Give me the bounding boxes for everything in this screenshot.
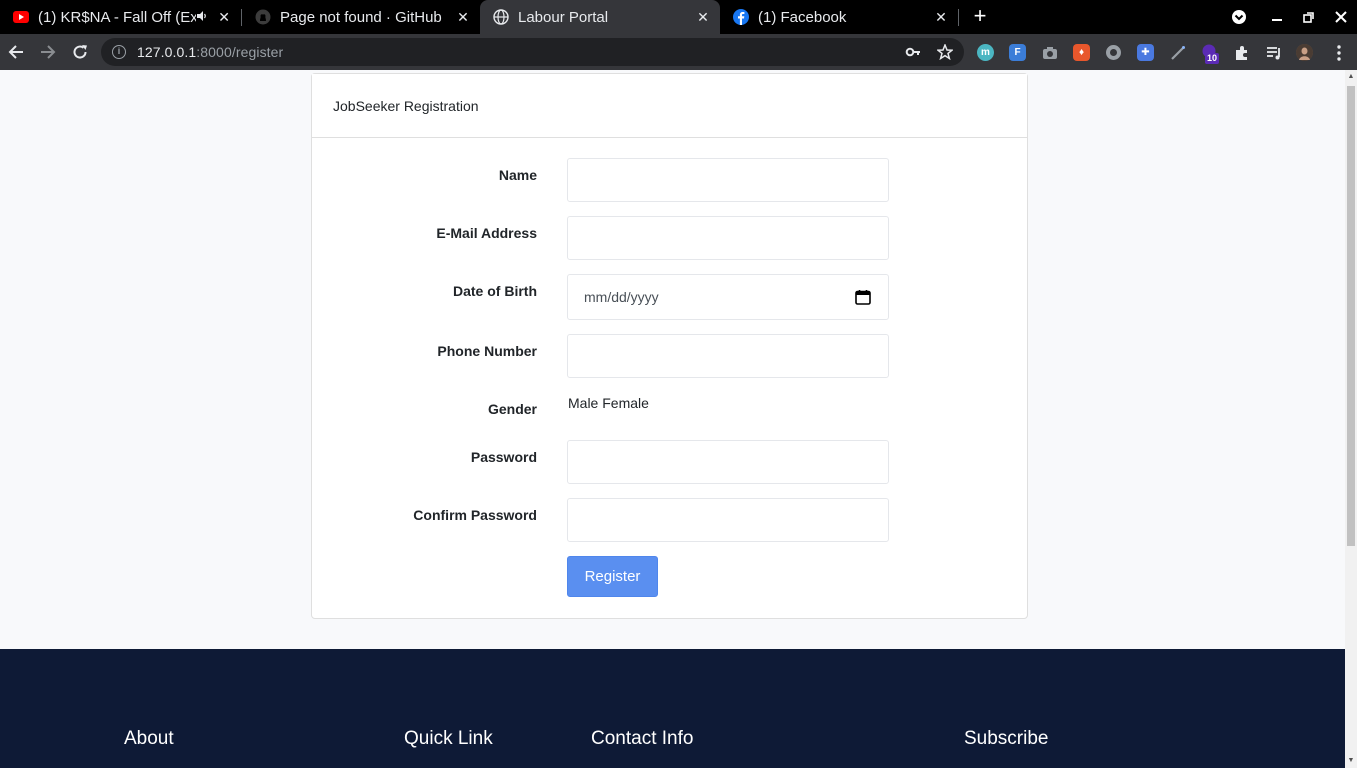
footer-heading-quick-link: Quick Link — [404, 728, 493, 749]
registration-card: JobSeeker Registration Name E-Mail Addre… — [311, 73, 1028, 619]
url-path: :8000/register — [196, 44, 284, 60]
close-tab-icon[interactable]: ✕ — [216, 9, 232, 25]
page-viewport: JobSeeker Registration Name E-Mail Addre… — [0, 70, 1345, 768]
dob-label: Date of Birth — [453, 283, 537, 299]
phone-input[interactable] — [567, 334, 889, 378]
tab-search-icon[interactable] — [1223, 0, 1255, 34]
speaker-icon[interactable] — [196, 10, 208, 25]
media-queue-icon[interactable] — [1265, 44, 1282, 61]
gender-label: Gender — [487, 401, 537, 417]
email-input[interactable] — [567, 216, 889, 260]
minimize-icon[interactable] — [1261, 0, 1293, 34]
reload-icon[interactable] — [67, 39, 93, 65]
extension-badge-count: 10 — [1205, 53, 1220, 64]
tab-youtube[interactable]: (1) KR$NA - Fall Off (Ex ✕ — [0, 0, 241, 34]
close-tab-icon[interactable]: ✕ — [455, 9, 471, 25]
star-icon[interactable] — [937, 44, 953, 60]
tab-title: Labour Portal — [518, 8, 609, 26]
email-label: E-Mail Address — [436, 225, 537, 241]
close-tab-icon[interactable]: ✕ — [933, 9, 949, 25]
card-header: JobSeeker Registration — [312, 74, 1027, 138]
github-icon — [255, 9, 271, 25]
address-bar[interactable]: i 127.0.0.1:8000/register — [101, 38, 964, 66]
site-info-icon[interactable]: i — [112, 45, 126, 59]
confirm-password-input[interactable] — [567, 498, 889, 542]
camera-icon[interactable] — [1041, 44, 1058, 61]
youtube-icon — [13, 9, 29, 25]
footer-heading-contact: Contact Info — [591, 728, 694, 749]
dob-placeholder: mm/dd/yyyy — [584, 289, 659, 305]
phone-label: Phone Number — [437, 343, 537, 359]
dob-input[interactable]: mm/dd/yyyy — [567, 274, 889, 320]
confirm-password-label: Confirm Password — [413, 507, 537, 523]
tab-title: (1) Facebook — [758, 8, 847, 26]
menu-kebab-icon[interactable] — [1330, 44, 1347, 61]
facebook-icon — [733, 9, 749, 25]
page-footer: About Quick Link Contact Info Subscribe — [0, 649, 1345, 768]
extension-badge-icon[interactable]: 10 — [1201, 44, 1220, 64]
close-window-icon[interactable] — [1325, 0, 1357, 34]
new-tab-button[interactable]: + — [969, 5, 991, 28]
extension-puzzle-blue-icon[interactable]: ✚ — [1137, 44, 1154, 61]
extension-fi-icon[interactable]: F — [1009, 44, 1026, 61]
name-input[interactable] — [567, 158, 889, 202]
extension-fire-icon[interactable]: ♦ — [1073, 44, 1090, 61]
globe-icon — [493, 9, 509, 25]
url-host: 127.0.0.1 — [137, 44, 197, 60]
tab-labour-portal[interactable]: Labour Portal ✕ — [480, 0, 720, 34]
scroll-down-arrow-icon[interactable]: ▼ — [1347, 756, 1355, 766]
gender-options[interactable]: Male Female — [568, 395, 649, 411]
pen-icon[interactable] — [1169, 44, 1186, 61]
tab-separator — [958, 9, 959, 26]
page-scrollbar[interactable]: ▲ ▼ — [1345, 70, 1357, 768]
browser-tab-strip: (1) KR$NA - Fall Off (Ex ✕ Page not foun… — [0, 0, 1357, 34]
footer-heading-subscribe: Subscribe — [964, 728, 1049, 749]
tab-title: Page not found · GitHub — [280, 8, 442, 26]
extension-circle-icon[interactable] — [1105, 44, 1122, 61]
register-button[interactable]: Register — [567, 556, 658, 597]
footer-heading-about: About — [124, 728, 174, 749]
close-tab-icon[interactable]: ✕ — [695, 9, 711, 25]
extensions-puzzle-icon[interactable] — [1233, 44, 1250, 61]
scroll-up-arrow-icon[interactable]: ▲ — [1347, 72, 1355, 82]
tab-title: (1) KR$NA - Fall Off (Ex — [38, 8, 197, 26]
restore-icon[interactable] — [1293, 0, 1325, 34]
scrollbar-thumb[interactable] — [1347, 86, 1355, 546]
back-icon[interactable] — [3, 39, 29, 65]
browser-toolbar: i 127.0.0.1:8000/register m F ♦ ✚ 10 — [0, 34, 1357, 70]
avatar[interactable] — [1296, 44, 1313, 61]
name-label: Name — [498, 167, 537, 183]
tab-facebook[interactable]: (1) Facebook ✕ — [720, 0, 958, 34]
tab-github[interactable]: Page not found · GitHub ✕ — [242, 0, 480, 34]
extension-m-icon[interactable]: m — [977, 44, 994, 61]
url-text[interactable]: 127.0.0.1:8000/register — [137, 44, 283, 60]
key-icon[interactable] — [905, 44, 921, 60]
forward-icon[interactable] — [35, 39, 61, 65]
calendar-icon[interactable] — [855, 289, 871, 305]
password-input[interactable] — [567, 440, 889, 484]
password-label: Password — [470, 449, 537, 465]
